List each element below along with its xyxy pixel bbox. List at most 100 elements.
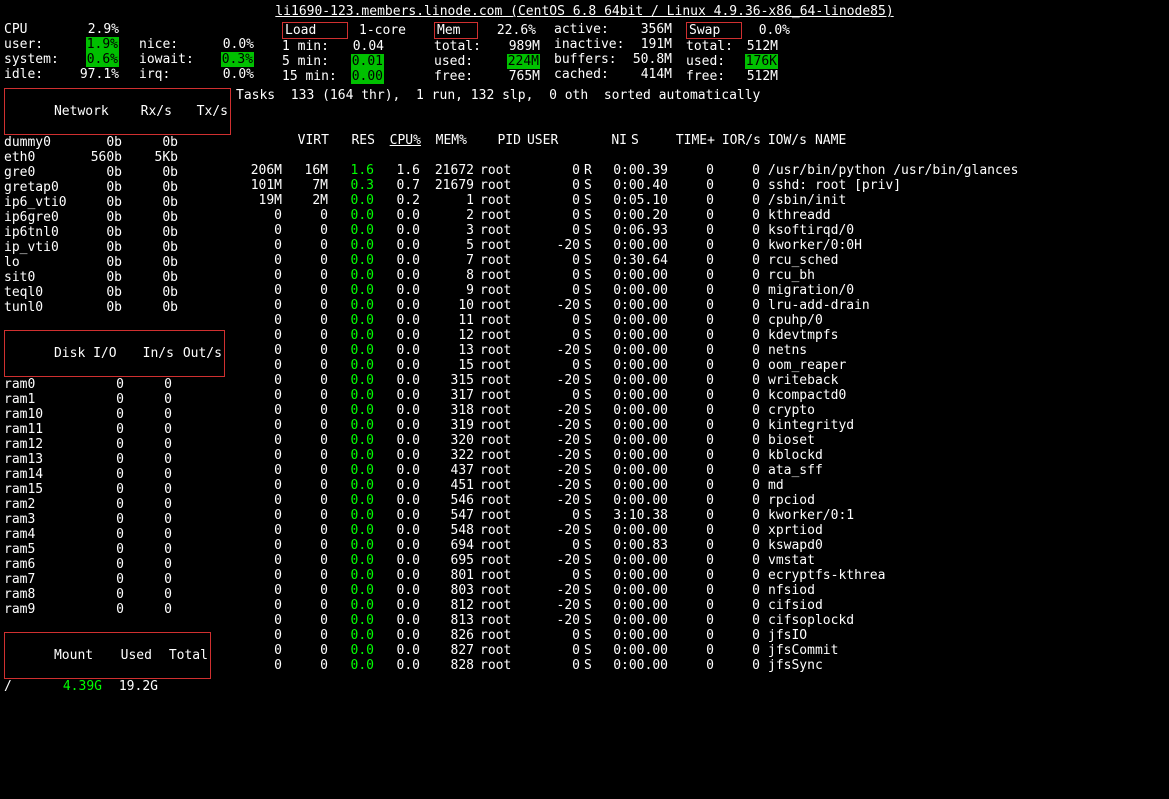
diskio-row: ram800 [4,587,236,602]
network-header: NetworkRx/sTx/s [4,88,231,135]
diskio-row: ram1100 [4,422,236,437]
network-row: eth0560b5Kb [4,150,236,165]
load-5m-value: 0.01 [351,54,384,69]
diskio-header: Disk I/OIn/sOut/s [4,330,225,377]
network-row: dummy00b0b [4,135,236,150]
cpu-label: CPU [4,22,67,37]
process-row[interactable]: 000.00.0317root0S0:00.0000kcompactd0 [236,388,1165,403]
process-row[interactable]: 000.00.0320root-20S0:00.0000bioset [236,433,1165,448]
diskio-row: ram300 [4,512,236,527]
mem-free-label: free: [434,69,498,84]
process-row[interactable]: 000.00.0437root-20S0:00.0000ata_sff [236,463,1165,478]
mem-buffers-value: 50.8M [632,52,672,67]
mem-free-value: 765M [498,69,540,84]
process-row[interactable]: 000.00.02root0S0:00.2000kthreadd [236,208,1165,223]
process-row[interactable]: 000.00.07root0S0:30.6400rcu_sched [236,253,1165,268]
swap-total-label: total: [686,39,736,54]
mem-total-label: total: [434,39,498,54]
network-row: ip6_vti00b0b [4,195,236,210]
process-row[interactable]: 101M7M0.30.721679root0S0:00.4000sshd: ro… [236,178,1165,193]
diskio-row: ram200 [4,497,236,512]
process-row[interactable]: 000.00.0451root-20S0:00.0000md [236,478,1165,493]
mem-buffers-label: buffers: [554,52,632,67]
mem-active-label: active: [554,22,632,37]
process-row[interactable]: 000.00.03root0S0:06.9300ksoftirqd/0 [236,223,1165,238]
network-row: tunl00b0b [4,300,236,315]
mem-cached-label: cached: [554,67,632,82]
cpu-iowait-label: iowait: [139,52,202,67]
process-row[interactable]: 000.00.015root0S0:00.0000oom_reaper [236,358,1165,373]
load-1m-value: 0.04 [342,39,384,54]
process-row[interactable]: 000.00.0547root0S3:10.3800kworker/0:1 [236,508,1165,523]
cpu-nice-value: 0.0% [202,37,254,52]
cpu-nice-label: nice: [139,37,202,52]
swap-label: Swap [689,23,739,38]
process-row[interactable]: 000.00.0803root-20S0:00.0000nfsiod [236,583,1165,598]
process-row[interactable]: 000.00.08root0S0:00.0000rcu_bh [236,268,1165,283]
network-row: ip_vti00b0b [4,240,236,255]
swap-used-value: 176K [745,54,778,69]
process-row[interactable]: 000.00.0318root-20S0:00.0000crypto [236,403,1165,418]
process-row[interactable]: 000.00.0828root0S0:00.0000jfsSync [236,658,1165,673]
mem-label: Mem [437,23,475,38]
process-row[interactable]: 000.00.0319root-20S0:00.0000kintegrityd [236,418,1165,433]
swap-free-value: 512M [736,69,778,84]
tasks-line: Tasks 133 (164 thr), 1 run, 132 slp, 0 o… [236,88,1165,103]
process-row[interactable]: 000.00.011root0S0:00.0000cpuhp/0 [236,313,1165,328]
swap-total-value: 512M [736,39,778,54]
process-row[interactable]: 19M2M0.00.21root0S0:05.1000/sbin/init [236,193,1165,208]
diskio-row: ram1000 [4,407,236,422]
process-row[interactable]: 000.00.0322root-20S0:00.0000kblockd [236,448,1165,463]
cpu-iowait-value: 0.3% [221,52,254,67]
swap-used-label: used: [686,54,736,69]
diskio-row: ram1500 [4,482,236,497]
process-row[interactable]: 000.00.0546root-20S0:00.0000rpciod [236,493,1165,508]
process-row[interactable]: 000.00.0694root0S0:00.8300kswapd0 [236,538,1165,553]
load-15m-value: 0.00 [351,69,384,84]
diskio-row: ram1300 [4,452,236,467]
network-row: sit00b0b [4,270,236,285]
cpu-user-value: 1.9% [86,37,119,52]
cpu-idle-label: idle: [4,67,67,82]
process-row[interactable]: 000.00.0812root-20S0:00.0000cifsiod [236,598,1165,613]
process-row[interactable]: 000.00.010root-20S0:00.0000lru-add-drain [236,298,1165,313]
mem-active-value: 356M [632,22,672,37]
network-row: lo0b0b [4,255,236,270]
process-row[interactable]: 000.00.0315root-20S0:00.0000writeback [236,373,1165,388]
cpu-system-label: system: [4,52,67,67]
cpu-irq-value: 0.0% [202,67,254,82]
swap-pct: 0.0% [742,23,790,38]
process-row[interactable]: 000.00.0695root-20S0:00.0000vmstat [236,553,1165,568]
process-row[interactable]: 206M16M1.61.621672root0R0:00.3900/usr/bi… [236,163,1165,178]
swap-free-label: free: [686,69,736,84]
process-row[interactable]: 000.00.05root-20S0:00.0000kworker/0:0H [236,238,1165,253]
process-row[interactable]: 000.00.0813root-20S0:00.0000cifsoplockd [236,613,1165,628]
process-row[interactable]: 000.00.0801root0S0:00.0000ecryptfs-kthre… [236,568,1165,583]
network-row: ip6tnl00b0b [4,225,236,240]
load-1m-label: 1 min: [282,39,342,54]
stats-header: CPU2.9% user:1.9% system:0.6% idle:97.1%… [4,22,1165,84]
process-row[interactable]: 000.00.09root0S0:00.0000migration/0 [236,283,1165,298]
mem-pct: 22.6% [478,23,536,38]
mount-row: /4.39G19.2G [4,679,236,694]
process-row[interactable]: 000.00.013root-20S0:00.0000netns [236,343,1165,358]
diskio-row: ram500 [4,542,236,557]
diskio-row: ram1200 [4,437,236,452]
load-5m-label: 5 min: [282,54,342,69]
process-row[interactable]: 000.00.0548root-20S0:00.0000xprtiod [236,523,1165,538]
diskio-row: ram100 [4,392,236,407]
process-header: VIRTRESCPU%MEM%PIDUSERNISTIME+IOR/sIOW/s… [236,118,1165,163]
process-row[interactable]: 000.00.0827root0S0:00.0000jfsCommit [236,643,1165,658]
diskio-row: ram700 [4,572,236,587]
network-row: gre00b0b [4,165,236,180]
cpu-system-value: 0.6% [86,52,119,67]
load-cores: 1-core [348,23,406,38]
process-row[interactable]: 000.00.012root0S0:00.0000kdevtmpfs [236,328,1165,343]
network-row: gretap00b0b [4,180,236,195]
diskio-row: ram000 [4,377,236,392]
cpu-idle-value: 97.1% [67,67,119,82]
mem-total-value: 989M [498,39,540,54]
cpu-value: 2.9% [67,22,119,37]
process-row[interactable]: 000.00.0826root0S0:00.0000jfsIO [236,628,1165,643]
mem-cached-value: 414M [632,67,672,82]
